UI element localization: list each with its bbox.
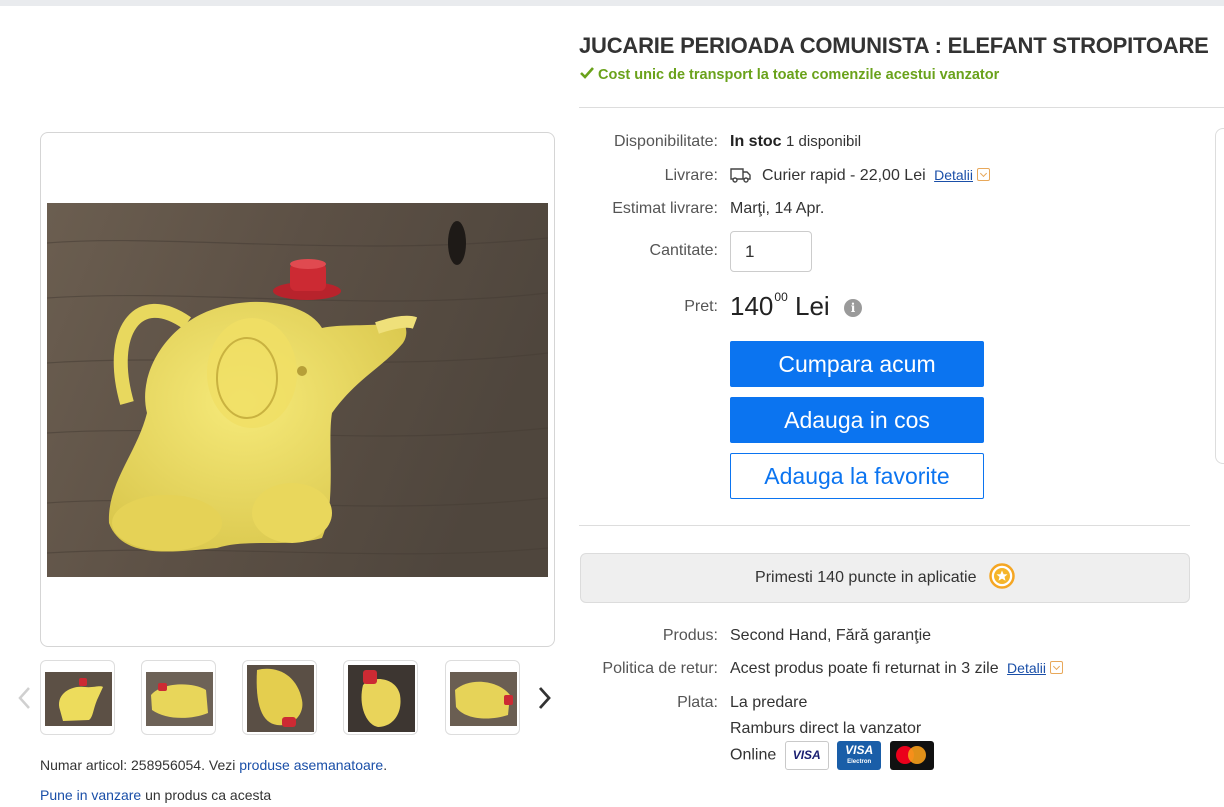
main-product-image[interactable]: [40, 132, 555, 647]
sell-similar: Pune in vanzare un produs ca acesta: [40, 787, 271, 803]
article-prefix: Numar articol: 258956054. Vezi: [40, 757, 240, 773]
star-coin-icon: [989, 563, 1015, 589]
payment-cash: La predare: [730, 694, 808, 711]
thumbnail-image: [348, 665, 415, 732]
article-number: Numar articol: 258956054. Vezi produse a…: [40, 757, 387, 773]
visa-electron-sub: Electron: [847, 759, 872, 765]
delivery-label: Livrare:: [664, 167, 718, 184]
sell-suffix: un produs ca acesta: [141, 787, 272, 803]
elephant-photo: [47, 203, 548, 577]
estimate-value: Marţi, 14 Apr.: [730, 200, 825, 217]
return-text: Acest produs poate fi returnat in 3 zile: [730, 660, 999, 677]
thumbnail-3[interactable]: [242, 660, 317, 735]
availability-value: In stoc 1 disponibil: [730, 133, 861, 151]
product-value: Second Hand, Fără garanţie: [730, 627, 932, 644]
payment-label: Plata:: [677, 694, 718, 711]
visa-electron-label: VISA: [845, 743, 874, 757]
payment-online-label: Online: [730, 746, 777, 764]
price-value: 14000 Lei: [730, 290, 830, 322]
price-integer: 140: [730, 291, 774, 321]
price-currency: Lei: [794, 291, 830, 321]
delivery-method: Curier rapid - 22,00 Lei: [762, 167, 926, 184]
delivery-value: Curier rapid - 22,00 Lei Detalii: [730, 167, 990, 185]
mastercard-icon: [889, 741, 934, 770]
buy-now-button[interactable]: Cumpara acum: [730, 341, 984, 387]
thumbnail-2[interactable]: [141, 660, 216, 735]
thumbnail-4[interactable]: [343, 660, 418, 735]
payment-ramburs: Ramburs direct la vanzator: [730, 720, 922, 737]
points-banner: Primesti 140 puncte in aplicatie: [580, 553, 1190, 603]
caret-down-icon[interactable]: [977, 168, 990, 181]
side-panel: [1215, 128, 1224, 464]
divider: [579, 107, 1224, 108]
thumbnail-image: [450, 672, 517, 726]
info-icon[interactable]: i: [844, 299, 862, 317]
similar-products-link[interactable]: produse asemanatoare: [239, 757, 383, 773]
delivery-details-link[interactable]: Detalii: [934, 167, 973, 183]
thumbnail-image: [45, 672, 112, 726]
divider: [579, 525, 1190, 526]
visa-electron-card-icon: VISA Electron: [837, 741, 882, 770]
stock-status: In stoc: [730, 133, 782, 150]
shipping-note: Cost unic de transport la toate comenzil…: [580, 67, 999, 83]
product-title: JUCARIE PERIOADA COMUNISTA : ELEFANT STR…: [579, 33, 1209, 58]
thumbnail-image: [247, 665, 314, 732]
price-decimals: 00: [774, 290, 788, 304]
quantity-input[interactable]: [730, 231, 812, 272]
truck-icon: [730, 168, 751, 183]
thumbnail-5[interactable]: [445, 660, 520, 735]
estimate-label: Estimat livrare:: [612, 200, 718, 217]
top-bar: [0, 0, 1224, 6]
add-to-favorites-button[interactable]: Adauga la favorite: [730, 453, 984, 499]
points-text: Primesti 140 puncte in aplicatie: [755, 569, 977, 586]
thumbnail-image: [146, 672, 213, 726]
quantity-label: Cantitate:: [649, 242, 718, 259]
stock-count: 1 disponibil: [786, 133, 862, 150]
return-details-link[interactable]: Detalii: [1007, 660, 1046, 676]
payment-online: Online VISA VISA Electron: [730, 741, 934, 770]
article-suffix: .: [383, 757, 388, 773]
product-label: Produs:: [662, 627, 718, 644]
chevron-right-icon[interactable]: [534, 682, 556, 714]
availability-label: Disponibilitate:: [613, 133, 718, 150]
chevron-left-icon[interactable]: [15, 682, 35, 714]
return-label: Politica de retur:: [602, 660, 718, 677]
add-to-cart-button[interactable]: Adauga in cos: [730, 397, 984, 443]
price-label: Pret:: [684, 298, 718, 315]
thumbnail-1[interactable]: [40, 660, 115, 735]
visa-card-icon: VISA: [784, 741, 829, 770]
shipping-note-text: Cost unic de transport la toate comenzil…: [598, 67, 1000, 83]
return-value: Acest produs poate fi returnat in 3 zile…: [730, 660, 1063, 678]
caret-down-icon[interactable]: [1049, 661, 1063, 674]
check-icon: [580, 67, 594, 79]
sell-link[interactable]: Pune in vanzare: [40, 787, 141, 803]
